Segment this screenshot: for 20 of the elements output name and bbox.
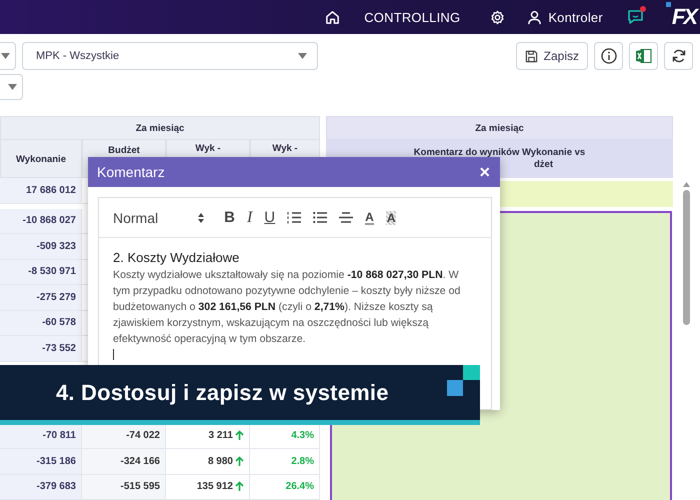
table-cell: -509 323 xyxy=(0,234,82,258)
comment-heading: 2. Koszty Wydziałowe xyxy=(113,250,240,265)
table-cell: -275 279 xyxy=(0,285,82,310)
app-logo: FX xyxy=(666,4,696,30)
table-cell: -8 530 971 xyxy=(0,260,82,284)
table-cell: -74 022 xyxy=(82,424,166,448)
group-header: Za miesiąc xyxy=(326,116,673,140)
table-cell: -70 811 xyxy=(0,424,82,448)
table-cell: -324 166 xyxy=(82,449,166,474)
caption-text: 4. Dostosuj i zapisz w systemie xyxy=(56,380,389,406)
dialog-title: Komentarz xyxy=(97,164,165,180)
table-cell: -315 186 xyxy=(0,449,82,474)
group-header: Za miesiąc xyxy=(0,116,320,140)
comment-text: Koszty wydziałowe ukształtowały się na poziomie -10 868 027,30 PLN. W tym przypadku odnotowano pozytywne odchylenie – koszty były niższe od budżetowanych o 302 161,56 PLN (czyli o 2,71%). Niższe koszty są zjawiskiem korzystnym, wskazującym na oszczędności lub większą efektywność operacyjną w tym obszarze. xyxy=(113,268,462,347)
table-cell: -73 552 xyxy=(0,336,82,360)
table-cell: -379 683 xyxy=(0,474,82,499)
table-cell: -60 578 xyxy=(0,310,82,335)
table-cell: 17 686 012 xyxy=(0,178,82,202)
table-cell: -515 595 xyxy=(82,474,166,499)
table-cell: -10 868 027 xyxy=(0,208,82,233)
